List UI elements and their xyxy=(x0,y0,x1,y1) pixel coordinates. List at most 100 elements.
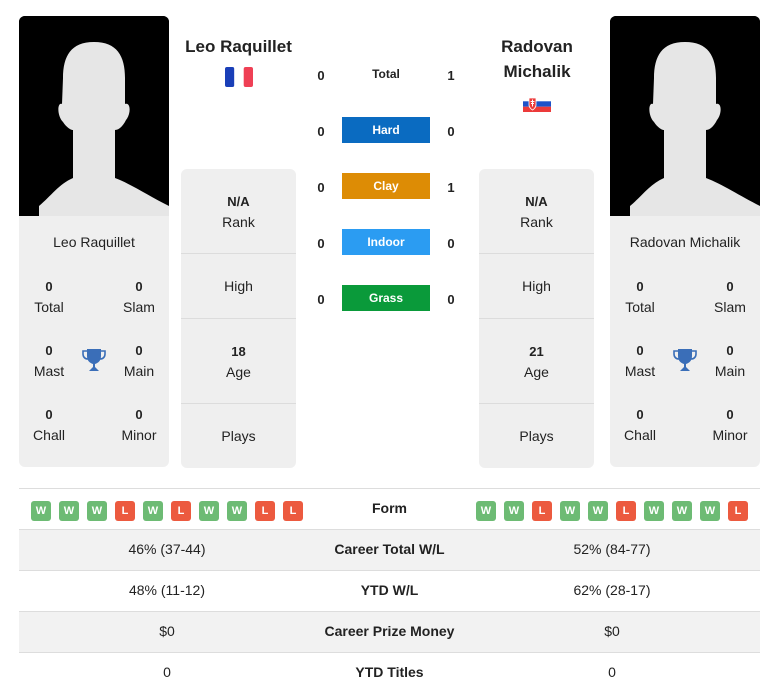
form-badge-win[interactable]: W xyxy=(560,501,580,521)
h2h-left-count: 0 xyxy=(317,124,325,139)
h2h-left-count: 0 xyxy=(317,68,325,83)
stat-slam: 0 Slam xyxy=(714,279,746,315)
silhouette-icon xyxy=(19,16,169,216)
surface-total: Total xyxy=(372,67,400,81)
plays-cell: Plays xyxy=(519,428,554,444)
right-value: 0 xyxy=(608,664,616,680)
player-photo-left xyxy=(19,16,169,216)
trophy-icon xyxy=(82,349,106,371)
form-badge-loss[interactable]: L xyxy=(115,501,135,521)
france-flag-icon xyxy=(225,67,253,87)
form-badge-loss[interactable]: L xyxy=(283,501,303,521)
divider xyxy=(181,253,296,254)
table-row-form: WWWLWLWWLL Form WWLWWLWWWL xyxy=(19,488,760,529)
stat-main: 0 Main xyxy=(714,343,746,379)
right-value: $0 xyxy=(604,623,620,639)
form-badges-left: WWWLWLWWLL xyxy=(31,501,303,521)
rank-cell: N/A Rank xyxy=(222,194,255,230)
player-name-link-left[interactable]: Leo Raquillet xyxy=(181,34,296,59)
player-name-link-right[interactable]: Radovan Michalik xyxy=(479,34,595,84)
h2h-right-count: 0 xyxy=(447,236,455,251)
info-card-left: N/A Rank High 18 Age Plays xyxy=(181,169,296,468)
form-badge-loss[interactable]: L xyxy=(532,501,552,521)
h2h-left-count: 0 xyxy=(317,292,325,307)
player-photo-right xyxy=(610,16,760,216)
player-name: Radovan Michalik xyxy=(629,234,741,250)
high-cell: High xyxy=(224,278,253,294)
form-badge-win[interactable]: W xyxy=(672,501,692,521)
divider xyxy=(479,403,594,404)
right-value: 62% (28-17) xyxy=(573,582,651,598)
form-badge-win[interactable]: W xyxy=(644,501,664,521)
high-cell: High xyxy=(522,278,551,294)
name-line-1: Radovan xyxy=(501,37,573,56)
surface-grass: Grass xyxy=(342,285,430,311)
trophy-icon xyxy=(673,349,697,371)
form-badge-win[interactable]: W xyxy=(588,501,608,521)
h2h-right-count: 0 xyxy=(447,292,455,307)
h2h-left-count: 0 xyxy=(317,180,325,195)
form-badge-loss[interactable]: L xyxy=(255,501,275,521)
divider xyxy=(181,403,296,404)
surface-indoor: Indoor xyxy=(342,229,430,255)
form-badge-win[interactable]: W xyxy=(504,501,524,521)
row-label: YTD W/L xyxy=(360,582,419,598)
left-value: $0 xyxy=(159,623,175,639)
form-badges-right: WWLWWLWWWL xyxy=(476,501,748,521)
row-label: YTD Titles xyxy=(355,664,424,680)
stat-slam: 0 Slam xyxy=(123,279,155,315)
h2h-right-count: 1 xyxy=(447,68,455,83)
stat-total: 0 Total xyxy=(625,279,655,315)
form-badge-win[interactable]: W xyxy=(476,501,496,521)
slovakia-flag-icon xyxy=(523,96,551,112)
form-badge-win[interactable]: W xyxy=(143,501,163,521)
stat-main: 0 Main xyxy=(123,343,155,379)
table-row-ytd-wl: 48% (11-12) YTD W/L 62% (28-17) xyxy=(19,570,760,611)
left-value: 0 xyxy=(163,664,171,680)
stat-minor: 0 Minor xyxy=(121,407,157,443)
right-value: 52% (84-77) xyxy=(573,541,651,557)
surface-clay: Clay xyxy=(342,173,430,199)
stat-mast: 0 Mast xyxy=(624,343,656,379)
form-badge-win[interactable]: W xyxy=(700,501,720,521)
stat-total: 0 Total xyxy=(34,279,64,315)
titles-card-left: Leo Raquillet 0 Total 0 Slam 0 Mast 0 Main 0… xyxy=(19,216,169,467)
row-label: Career Prize Money xyxy=(324,623,455,639)
plays-cell: Plays xyxy=(221,428,256,444)
comparison-table: WWWLWLWWLL Form WWLWWLWWWL 46% (37-44) C… xyxy=(19,488,760,693)
silhouette-icon xyxy=(610,16,760,216)
divider xyxy=(479,318,594,319)
form-badge-win[interactable]: W xyxy=(227,501,247,521)
left-value: 48% (11-12) xyxy=(128,582,205,598)
h2h-left-count: 0 xyxy=(317,236,325,251)
form-badge-win[interactable]: W xyxy=(87,501,107,521)
info-card-right: N/A Rank High 21 Age Plays xyxy=(479,169,594,468)
age-cell: 21 Age xyxy=(524,344,549,380)
form-badge-win[interactable]: W xyxy=(199,501,219,521)
divider xyxy=(181,318,296,319)
h2h-right-count: 0 xyxy=(447,124,455,139)
stat-minor: 0 Minor xyxy=(712,407,748,443)
rank-cell: N/A Rank xyxy=(520,194,553,230)
age-cell: 18 Age xyxy=(226,344,251,380)
stat-chall: 0 Chall xyxy=(33,407,65,443)
form-badge-loss[interactable]: L xyxy=(728,501,748,521)
table-row-career-prize-money: $0 Career Prize Money $0 xyxy=(19,611,760,652)
name-line-2: Michalik xyxy=(503,62,571,81)
row-label: Form xyxy=(372,500,407,516)
form-badge-loss[interactable]: L xyxy=(171,501,191,521)
left-value: 46% (37-44) xyxy=(128,541,206,557)
surface-hard: Hard xyxy=(342,117,430,143)
form-badge-win[interactable]: W xyxy=(59,501,79,521)
stat-mast: 0 Mast xyxy=(33,343,65,379)
table-row-career-total-wl: 46% (37-44) Career Total W/L 52% (84-77) xyxy=(19,529,760,570)
divider xyxy=(479,253,594,254)
form-badge-win[interactable]: W xyxy=(31,501,51,521)
stat-chall: 0 Chall xyxy=(624,407,656,443)
h2h-right-count: 1 xyxy=(447,180,455,195)
row-label: Career Total W/L xyxy=(334,541,445,557)
form-badge-loss[interactable]: L xyxy=(616,501,636,521)
titles-card-right: Radovan Michalik 0 Total 0 Slam 0 Mast 0 Mai… xyxy=(610,216,760,467)
table-row-ytd-titles: 0 YTD Titles 0 xyxy=(19,652,760,693)
player-name: Leo Raquillet xyxy=(53,234,135,250)
